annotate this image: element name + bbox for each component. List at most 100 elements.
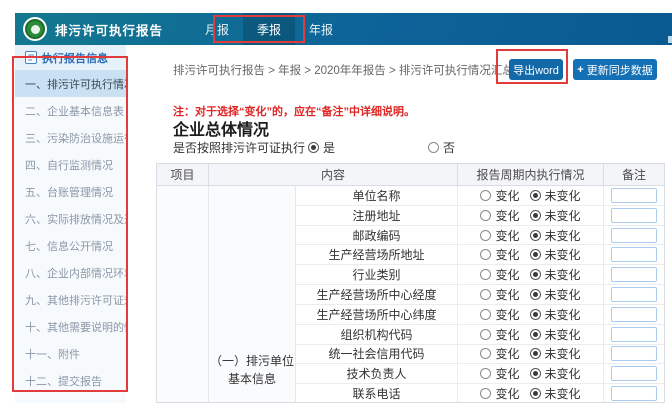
row-field-name: 联系电话 <box>296 384 458 402</box>
sidebar-item-8[interactable]: 八、企业内部情况环境. <box>15 259 126 286</box>
radio-unchanged[interactable] <box>529 368 541 380</box>
sync-data-label: 更新同步数据 <box>586 64 653 77</box>
remark-input[interactable] <box>611 187 657 203</box>
sidebar-item-10[interactable]: 十、其他需要说明的情. <box>15 313 126 340</box>
header-bar: 排污许可执行报告 月报 季报 年报 <box>15 13 672 45</box>
radio-changed[interactable] <box>480 328 492 340</box>
radio-unchanged[interactable] <box>529 288 541 300</box>
overview-table: 项目 内容 报告周期内执行情况 备注 （一）排污单位 基本信息 单位名称 变化 … <box>156 163 665 403</box>
remark-input[interactable] <box>611 227 657 243</box>
table-header-row: 项目 内容 报告周期内执行情况 备注 <box>157 164 664 186</box>
table-row: 生产经营场所地址 变化 未变化 <box>296 245 664 266</box>
report-type-menu: 月报 季报 年报 <box>191 13 347 45</box>
menu-item-monthly[interactable]: 月报 <box>191 13 243 45</box>
radio-changed[interactable] <box>480 229 492 241</box>
radio-changed[interactable] <box>480 189 492 201</box>
row-field-name: 单位名称 <box>296 186 458 205</box>
radio-unchanged[interactable] <box>529 209 541 221</box>
plus-icon: + <box>577 63 584 76</box>
sidebar: 执行报告信息 一、排污许可执行情况 二、企业基本信息表 三、污染防治设施运行. … <box>15 45 126 403</box>
radio-unchanged[interactable] <box>529 388 541 400</box>
radio-unchanged-label: 未变化 <box>544 327 581 342</box>
group-label-line1: （一）排污单位 <box>209 354 294 368</box>
radio-unchanged-label: 未变化 <box>544 208 581 223</box>
col-header-project: 项目 <box>157 164 209 185</box>
sync-data-button[interactable]: + 更新同步数据 <box>573 59 657 80</box>
radio-changed[interactable] <box>480 308 492 320</box>
compliance-question-label: 是否按照排污许可证执行 <box>173 141 306 155</box>
table-row: 注册地址 变化 未变化 <box>296 205 664 226</box>
row-field-name: 邮政编码 <box>296 225 458 245</box>
radio-changed[interactable] <box>480 249 492 261</box>
sidebar-item-2[interactable]: 二、企业基本信息表 <box>15 97 126 124</box>
table-row: 生产经营场所中心纬度 变化 未变化 <box>296 304 664 325</box>
radio-unchanged-label: 未变化 <box>544 287 581 302</box>
radio-unchanged[interactable] <box>529 328 541 340</box>
sidebar-item-1[interactable]: 一、排污许可执行情况 <box>15 70 126 97</box>
remark-input[interactable] <box>611 306 657 322</box>
radio-changed[interactable] <box>480 209 492 221</box>
radio-unchanged[interactable] <box>529 229 541 241</box>
page: 排污许可执行报告 月报 季报 年报 执行报告信息 一、排污许可执行情况 二、企业… <box>0 0 672 415</box>
row-field-name: 生产经营场所地址 <box>296 245 458 265</box>
compliance-question-row: 是否按照排污许可证执行 是 否 <box>173 139 653 156</box>
radio-unchanged[interactable] <box>529 189 541 201</box>
radio-unchanged[interactable] <box>529 249 541 261</box>
sidebar-item-report-info[interactable]: 执行报告信息 <box>15 45 126 70</box>
radio-yes-label: 是 <box>323 141 336 155</box>
radio-changed[interactable] <box>480 288 492 300</box>
radio-changed-label: 变化 <box>495 268 520 283</box>
table-row: 统一社会信用代码 变化 未变化 <box>296 344 664 365</box>
radio-unchanged[interactable] <box>529 308 541 320</box>
remark-input[interactable] <box>611 346 657 362</box>
sidebar-item-11[interactable]: 十一、附件 <box>15 340 126 367</box>
radio-yes[interactable] <box>308 142 319 153</box>
table-rows: 单位名称 变化 未变化 注册地址 变化 未变化 邮政编码 变化 未变化 生产经营… <box>296 186 664 402</box>
sidebar-item-6[interactable]: 六、实际排放情况及达. <box>15 205 126 232</box>
table-row: 邮政编码 变化 未变化 <box>296 225 664 246</box>
radio-unchanged-label: 未变化 <box>544 307 581 322</box>
table-row: 行业类别 变化 未变化 <box>296 265 664 286</box>
radio-changed[interactable] <box>480 269 492 281</box>
row-field-name: 生产经营场所中心纬度 <box>296 304 458 324</box>
sidebar-item-7[interactable]: 七、信息公开情况 <box>15 232 126 259</box>
remark-input[interactable] <box>611 247 657 263</box>
menu-item-annual[interactable]: 年报 <box>295 13 347 45</box>
remark-input[interactable] <box>611 326 657 342</box>
remark-input[interactable] <box>611 286 657 302</box>
export-word-button[interactable]: 导出word <box>509 59 563 80</box>
col-header-content: 内容 <box>209 164 458 185</box>
col-header-execution: 报告周期内执行情况 <box>458 164 604 185</box>
sidebar-item-5[interactable]: 五、台账管理情况 <box>15 178 126 205</box>
menu-item-quarterly[interactable]: 季报 <box>243 13 296 45</box>
radio-changed-label: 变化 <box>495 367 520 382</box>
header-right-fragment <box>668 36 672 43</box>
remark-input[interactable] <box>611 386 657 402</box>
radio-unchanged[interactable] <box>529 348 541 360</box>
radio-unchanged[interactable] <box>529 269 541 281</box>
radio-unchanged-label: 未变化 <box>544 347 581 362</box>
sidebar-item-9[interactable]: 九、其他排污许可证规. <box>15 286 126 313</box>
sidebar-item-3[interactable]: 三、污染防治设施运行. <box>15 124 126 151</box>
radio-unchanged-label: 未变化 <box>544 228 581 243</box>
app-title: 排污许可执行报告 <box>55 23 164 38</box>
sidebar-item-4[interactable]: 四、自行监测情况 <box>15 151 126 178</box>
radio-changed[interactable] <box>480 368 492 380</box>
row-field-name: 统一社会信用代码 <box>296 344 458 364</box>
remark-input[interactable] <box>611 267 657 283</box>
remark-input[interactable] <box>611 207 657 223</box>
table-row: 组织机构代码 变化 未变化 <box>296 324 664 345</box>
radio-unchanged-label: 未变化 <box>544 387 581 402</box>
sidebar-item-12[interactable]: 十二、提交报告 <box>15 367 126 394</box>
table-row: 技术负责人 变化 未变化 <box>296 364 664 385</box>
radio-no[interactable] <box>428 142 439 153</box>
radio-changed[interactable] <box>480 388 492 400</box>
radio-changed-label: 变化 <box>495 347 520 362</box>
radio-unchanged-label: 未变化 <box>544 268 581 283</box>
radio-unchanged-label: 未变化 <box>544 188 581 203</box>
radio-changed[interactable] <box>480 348 492 360</box>
section-title: 企业总体情况 <box>173 122 270 139</box>
remark-input[interactable] <box>611 366 657 382</box>
radio-changed-label: 变化 <box>495 208 520 223</box>
radio-unchanged-label: 未变化 <box>544 367 581 382</box>
